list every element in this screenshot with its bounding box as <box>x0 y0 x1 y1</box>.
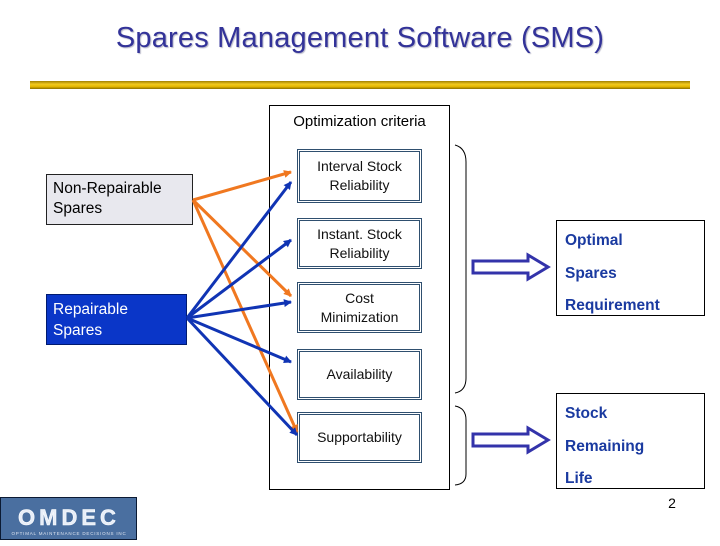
output-arrow-stock-life <box>471 425 551 455</box>
connector-non-repairable-to-interval <box>192 170 292 202</box>
bracket-stock-life <box>454 405 467 486</box>
output-arrow-optimal <box>471 252 551 282</box>
output-line: Optimal <box>565 232 623 249</box>
output-stock-remaining-life: Stock Remaining Life <box>556 393 705 489</box>
output-line: Spares <box>565 264 617 282</box>
omdec-logo-mark: OMDEC OPTIMAL MAINTENANCE DECISIONS INC <box>12 505 127 536</box>
page-number: 2 <box>668 495 676 511</box>
connector-repairable-to-supportability <box>185 316 299 437</box>
output-optimal-spares-requirement: Optimal Spares Requirement <box>556 220 705 316</box>
output-line: Life <box>565 470 593 487</box>
output-line: Requirement <box>565 297 660 314</box>
bracket-optimal <box>454 144 467 394</box>
connector-repairable-to-availability <box>186 316 292 364</box>
logo-text: OMDEC <box>18 505 120 530</box>
output-line: Stock <box>565 405 608 422</box>
output-line: Remaining <box>565 437 645 455</box>
logo-subtext: OPTIMAL MAINTENANCE DECISIONS INC <box>12 531 127 536</box>
omdec-logo: OMDEC OPTIMAL MAINTENANCE DECISIONS INC <box>0 497 137 540</box>
